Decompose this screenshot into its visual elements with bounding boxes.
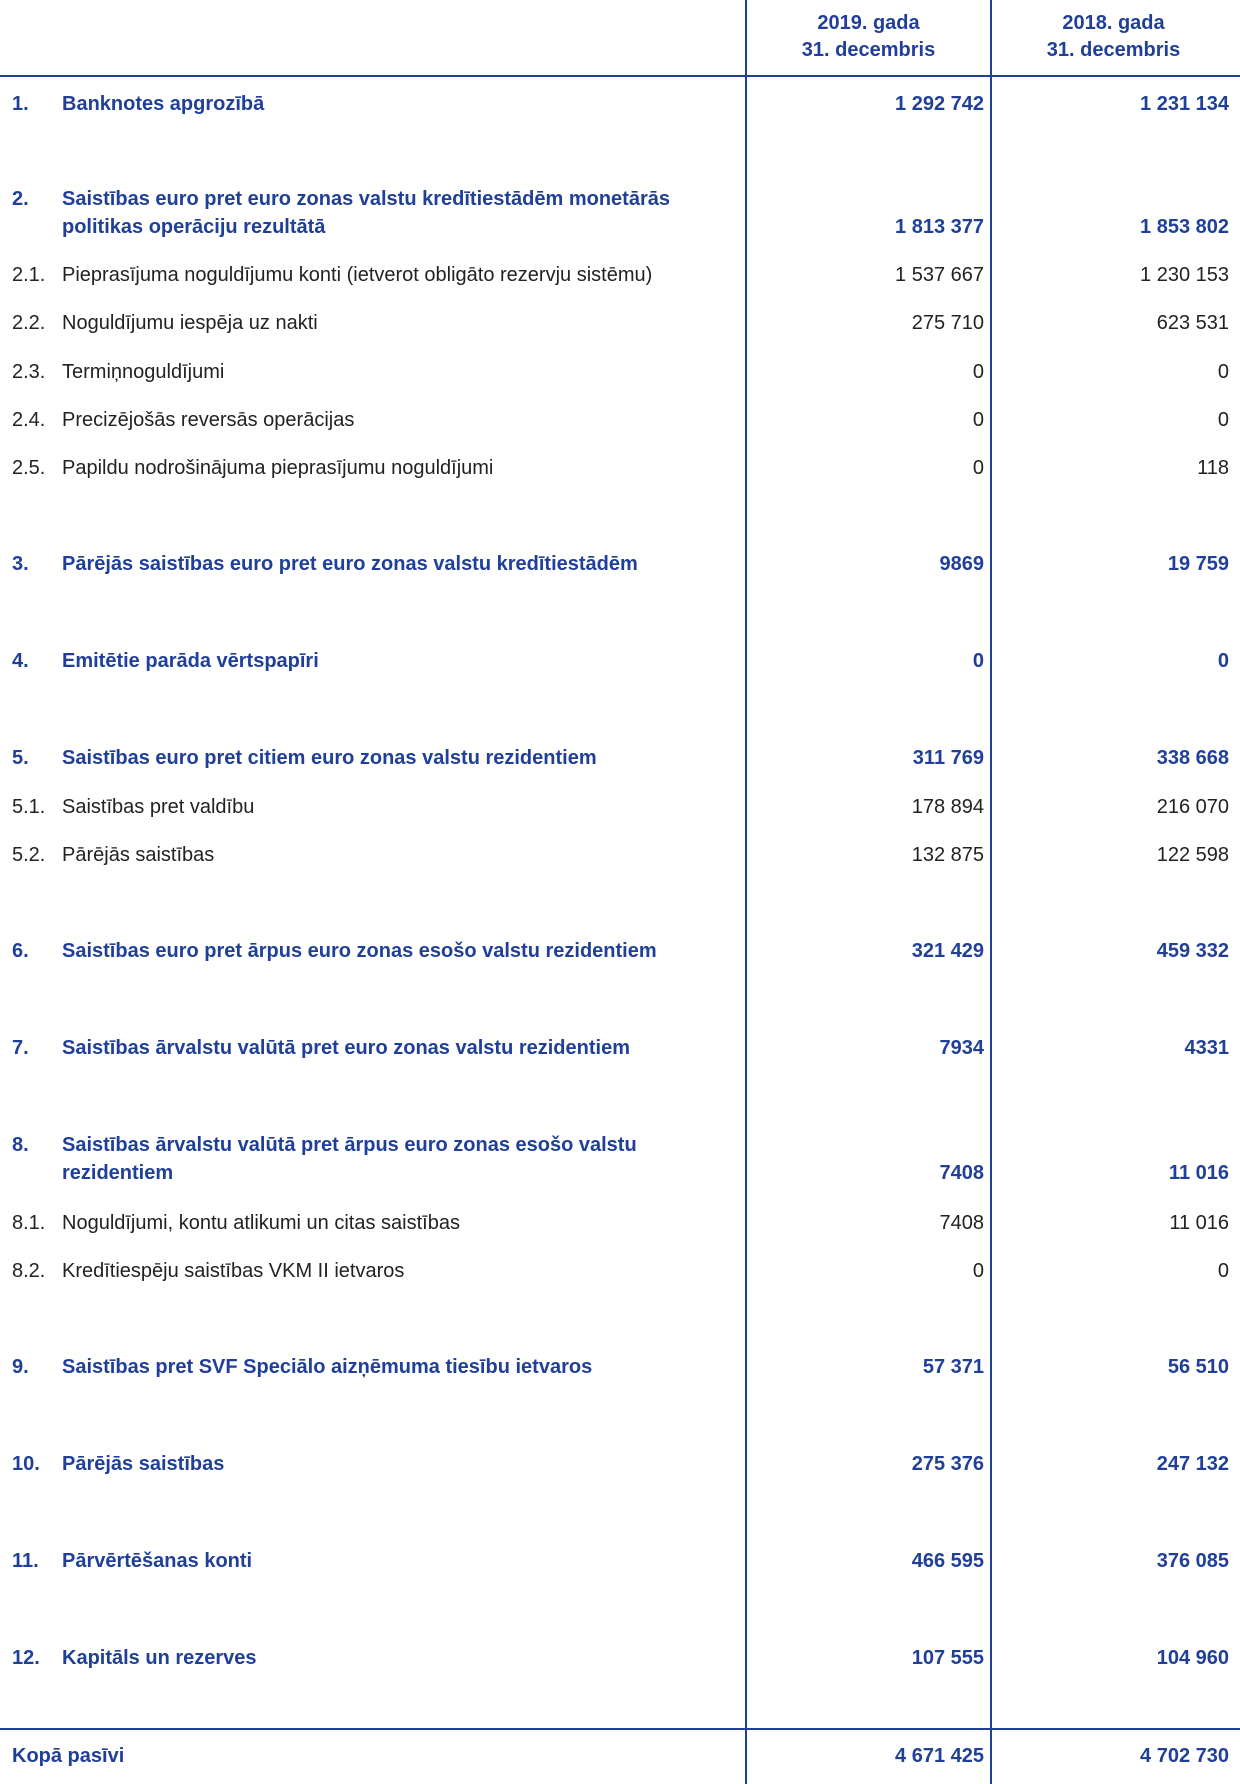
value-2018: 0	[1217, 650, 1229, 672]
row-number: 8.1.	[12, 1212, 46, 1234]
row-label: Saistības ārvalstu valūtā pret ārpus eur…	[62, 1134, 637, 1184]
column-divider-2019	[745, 0, 747, 1784]
row-number: 2.4.	[12, 409, 46, 431]
row-number: 2.5.	[12, 457, 46, 479]
row-number: 8.2.	[12, 1260, 46, 1282]
row-label: Saistības euro pret euro zonas valstu kr…	[62, 188, 670, 238]
value-2018: 247 132	[1156, 1453, 1229, 1475]
value-2019: 1 537 667	[895, 264, 984, 286]
value-2018: 104 960	[1156, 1647, 1229, 1669]
value-2018: 1 853 802	[1140, 216, 1229, 238]
row-label: Saistības pret valdību	[62, 796, 255, 818]
row-label: Kapitāls un rezerves	[62, 1647, 257, 1669]
value-2018: 623 531	[1156, 312, 1229, 334]
header-rule	[0, 75, 1240, 77]
value-2018: 338 668	[1156, 747, 1229, 769]
value-2018: 459 332	[1156, 940, 1229, 962]
row-number: 12.	[12, 1647, 40, 1669]
value-2018: 0	[1217, 1260, 1229, 1282]
row-number: 11.	[12, 1550, 39, 1572]
value-2019: 107 555	[911, 1647, 984, 1669]
total-label: Kopā pasīvi	[12, 1745, 125, 1767]
value-2019: 9869	[939, 553, 985, 575]
value-2019: 0	[972, 457, 984, 479]
header-2019-line1: 2019. gada	[817, 12, 920, 34]
row-number: 4.	[12, 650, 29, 672]
value-2018: 56 510	[1167, 1356, 1229, 1378]
row-label: Kredītiespēju saistības VKM II ietvaros	[62, 1260, 405, 1282]
row-label: Precizējošās reversās operācijas	[62, 409, 355, 431]
total-value-2018: 4 702 730	[1140, 1745, 1229, 1767]
value-2019: 275 376	[911, 1453, 984, 1475]
header-2018: 2018. gada 31. decembris	[992, 10, 1235, 64]
row-label: Noguldījumu iespēja uz nakti	[62, 312, 318, 334]
value-2018: 216 070	[1156, 796, 1229, 818]
value-2019: 132 875	[911, 844, 984, 866]
row-number: 2.1.	[12, 264, 46, 286]
value-2018: 122 598	[1156, 844, 1229, 866]
row-label: Emitētie parāda vērtspapīri	[62, 650, 319, 672]
row-number: 6.	[12, 940, 29, 962]
value-2018: 118	[1197, 457, 1229, 479]
row-label: Papildu nodrošinājuma pieprasījumu nogul…	[62, 457, 494, 479]
value-2019: 178 894	[911, 796, 984, 818]
row-label: Saistības euro pret citiem euro zonas va…	[62, 747, 597, 769]
row-number: 2.3.	[12, 361, 46, 383]
row-label: Saistības ārvalstu valūtā pret euro zona…	[62, 1037, 630, 1059]
value-2018: 376 085	[1156, 1550, 1229, 1572]
row-label: Saistības euro pret ārpus euro zonas eso…	[62, 940, 657, 962]
row-label: Pārvērtēšanas konti	[62, 1550, 253, 1572]
row-number: 5.2.	[12, 844, 46, 866]
value-2018: 1 231 134	[1140, 93, 1229, 115]
row-number: 2.2.	[12, 312, 46, 334]
row-label: Pieprasījuma noguldījumu konti (ietverot…	[62, 264, 653, 286]
row-label: Noguldījumi, kontu atlikumi un citas sai…	[62, 1212, 460, 1234]
value-2019: 466 595	[911, 1550, 984, 1572]
header-2018-line1: 2018. gada	[1062, 12, 1165, 34]
value-2019: 7408	[939, 1162, 985, 1184]
row-number: 7.	[12, 1037, 29, 1059]
value-2019: 1 292 742	[895, 93, 984, 115]
value-2018: 19 759	[1167, 553, 1229, 575]
value-2018: 11 016	[1168, 1162, 1229, 1184]
header-2019: 2019. gada 31. decembris	[747, 10, 990, 64]
value-2019: 311 769	[912, 747, 984, 769]
value-2019: 1 813 377	[895, 216, 984, 238]
row-label: Pārējās saistības euro pret euro zonas v…	[62, 553, 638, 575]
value-2019: 0	[972, 650, 984, 672]
row-number: 3.	[12, 553, 29, 575]
value-2018: 4331	[1184, 1037, 1230, 1059]
value-2019: 7934	[939, 1037, 985, 1059]
row-label: Termiņnoguldījumi	[62, 361, 225, 383]
row-label: Saistības pret SVF Speciālo aizņēmuma ti…	[62, 1356, 593, 1378]
value-2019: 0	[972, 1260, 984, 1282]
row-number: 1.	[12, 93, 29, 115]
value-2018: 11 016	[1169, 1212, 1229, 1234]
value-2019: 0	[972, 409, 984, 431]
row-number: 8.	[12, 1134, 29, 1156]
value-2019: 275 710	[911, 312, 984, 334]
value-2018: 0	[1217, 361, 1229, 383]
value-2019: 321 429	[911, 940, 984, 962]
header-2019-line2: 31. decembris	[801, 39, 936, 61]
row-number: 5.1.	[12, 796, 46, 818]
row-label: Pārējās saistības	[62, 1453, 225, 1475]
value-2018: 0	[1217, 409, 1229, 431]
row-number: 2.	[12, 188, 29, 210]
value-2019: 57 371	[922, 1356, 984, 1378]
row-label: Banknotes apgrozībā	[62, 93, 265, 115]
value-2019: 0	[972, 361, 984, 383]
column-divider-2018	[990, 0, 992, 1784]
row-number: 9.	[12, 1356, 29, 1378]
value-2019: 7408	[939, 1212, 985, 1234]
row-number: 10.	[12, 1453, 40, 1475]
value-2018: 1 230 153	[1140, 264, 1229, 286]
header-2018-line2: 31. decembris	[1046, 39, 1181, 61]
total-rule	[0, 1728, 1240, 1730]
row-label: Pārējās saistības	[62, 844, 215, 866]
total-value-2019: 4 671 425	[895, 1745, 984, 1767]
row-number: 5.	[12, 747, 29, 769]
